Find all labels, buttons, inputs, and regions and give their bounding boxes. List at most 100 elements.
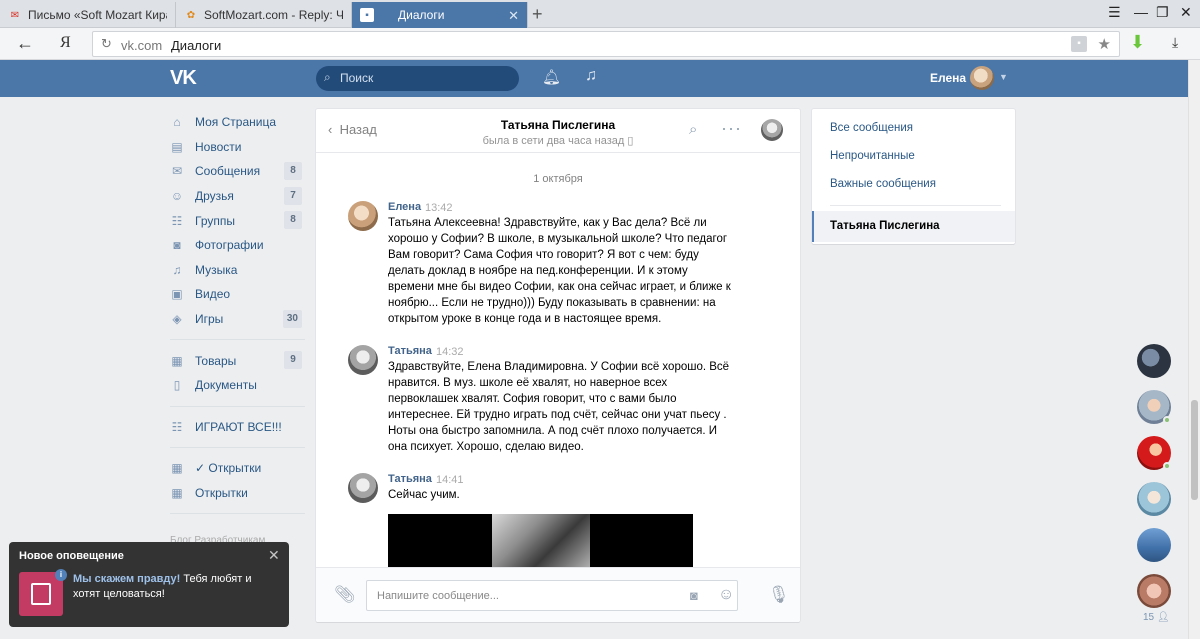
- sidebar-item[interactable]: ⌂ Моя Страница: [170, 110, 305, 135]
- chat-avatar[interactable]: [1137, 574, 1171, 608]
- video-icon: ▣: [171, 287, 183, 302]
- restore-icon[interactable]: ❐: [1156, 4, 1169, 21]
- sidebar-item-label: Открытки: [195, 486, 248, 501]
- message-time[interactable]: 13:42: [425, 202, 453, 214]
- vk-messages-icon: ▪: [360, 8, 374, 22]
- message-author[interactable]: Татьяна: [388, 473, 432, 485]
- search-icon[interactable]: ⌕: [689, 121, 697, 138]
- tab-label: Диалоги: [398, 8, 445, 22]
- sidebar-item-label: Группы: [195, 213, 235, 228]
- message-author[interactable]: Елена: [388, 201, 421, 213]
- online-indicator: [1163, 416, 1171, 424]
- reload-icon[interactable]: ↻: [101, 36, 112, 52]
- menu-group-groups: ☷ ИГРАЮТ ВСЕ!!!: [170, 415, 305, 440]
- smile-icon[interactable]: ☺: [718, 586, 734, 604]
- bookmark-star-icon[interactable]: ★: [1098, 35, 1111, 53]
- games-icon: ◈: [172, 312, 182, 327]
- sidebar-item[interactable]: ▦ Открытки: [170, 481, 305, 506]
- sidebar-item[interactable]: ▦ ✓ Открытки: [170, 456, 305, 481]
- page-scrollbar[interactable]: [1188, 60, 1200, 639]
- header-user-name[interactable]: Елена: [930, 71, 966, 85]
- sidebar-item[interactable]: ◙ Фотографии: [170, 233, 305, 258]
- menu-divider: [170, 339, 305, 341]
- camera-icon: ◙: [173, 238, 181, 253]
- paperclip-icon[interactable]: 📎︎: [334, 585, 356, 605]
- yandex-logo-icon[interactable]: Я: [60, 34, 71, 52]
- sidebar-item[interactable]: ☷ ИГРАЮТ ВСЕ!!!: [170, 415, 305, 440]
- app-icon[interactable]: i: [19, 569, 67, 616]
- notification-popup[interactable]: Новое оповещение ✕ i Мы скажем правду! Т…: [9, 542, 289, 627]
- browser-tab-softmozart[interactable]: ✿ SoftMozart.com - Reply: Ча: [176, 2, 352, 28]
- video-frame: [492, 514, 590, 574]
- notification-link[interactable]: Мы скажем правду!: [73, 573, 180, 585]
- sidebar-item-label: Друзья: [195, 189, 234, 204]
- camera-icon[interactable]: ◙: [690, 588, 698, 603]
- music-icon[interactable]: ♫: [585, 67, 597, 85]
- gmail-icon: ✉: [10, 9, 20, 21]
- filter-unread[interactable]: Непрочитанные: [830, 150, 915, 162]
- sidebar-item[interactable]: ▤ Новости: [170, 135, 305, 160]
- close-window-icon[interactable]: ✕: [1180, 4, 1192, 21]
- close-icon[interactable]: ✕: [268, 547, 280, 564]
- chevron-down-icon[interactable]: ▼: [999, 72, 1008, 82]
- message-text: Татьяна Алексеевна! Здравствуйте, как у …: [388, 217, 731, 325]
- message[interactable]: Татьяна 14:41 Сейчас учим.: [348, 473, 768, 513]
- url-field[interactable]: ↻ vk.com Диалоги ▪ ★: [92, 31, 1120, 57]
- sidebar-item[interactable]: ✉ Сообщения 8: [170, 159, 305, 184]
- downloads-icon[interactable]: ⤓: [1172, 34, 1178, 51]
- avatar[interactable]: [348, 473, 378, 503]
- message-author[interactable]: Татьяна: [388, 345, 432, 357]
- browser-tab-gmail[interactable]: ✉ Письмо «Soft Mozart Кира S: [0, 2, 176, 28]
- download-manager-icon[interactable]: ⬇: [1130, 32, 1145, 53]
- scrollbar-thumb[interactable]: [1191, 400, 1198, 500]
- filter-active-dialog[interactable]: Татьяна Пислегина: [812, 211, 1015, 242]
- tab-label: Письмо «Soft Mozart Кира S: [28, 8, 167, 22]
- sidebar-item[interactable]: ▣ Видео: [170, 282, 305, 307]
- filter-important[interactable]: Важные сообщения: [830, 178, 936, 190]
- message-text: Сейчас учим.: [388, 489, 460, 501]
- sidebar-item[interactable]: ♫ Музыка: [170, 258, 305, 283]
- menu-icon[interactable]: ☰: [1108, 4, 1121, 21]
- sidebar-item[interactable]: ☷ Группы 8: [170, 208, 305, 233]
- sidebar-item[interactable]: ◈ Игры 30: [170, 307, 305, 332]
- menu-divider: [170, 447, 305, 449]
- chat-avatar[interactable]: [1137, 528, 1171, 562]
- filter-all[interactable]: Все сообщения: [830, 122, 913, 134]
- sidebar-item[interactable]: ▯ Документы: [170, 373, 305, 398]
- sidebar-item-label: Музыка: [195, 262, 238, 277]
- close-icon[interactable]: ✕: [508, 8, 519, 24]
- more-icon[interactable]: ···: [721, 118, 742, 139]
- address-bar: ← Я ↻ vk.com Диалоги ▪ ★ ⬇ ⤓: [0, 28, 1200, 60]
- avatar[interactable]: [348, 345, 378, 375]
- search-input[interactable]: ⌕ Поиск: [316, 66, 519, 91]
- message[interactable]: Татьяна 14:32 Здравствуйте, Елена Владим…: [348, 345, 768, 455]
- sidebar-item[interactable]: ▦ Товары 9: [170, 348, 305, 373]
- back-arrow-icon[interactable]: ←: [16, 33, 34, 54]
- avatar[interactable]: [970, 66, 994, 90]
- message[interactable]: Елена 13:42 Татьяна Алексеевна! Здравств…: [348, 201, 768, 331]
- person-icon: 👤︎: [1156, 612, 1170, 623]
- chat-avatar[interactable]: [1137, 482, 1171, 516]
- minimize-icon[interactable]: —: [1134, 4, 1148, 20]
- new-tab-icon[interactable]: +: [532, 4, 543, 25]
- message-time[interactable]: 14:32: [436, 346, 464, 358]
- bell-icon[interactable]: 🔔︎: [542, 68, 561, 86]
- chat-count[interactable]: 15 👤︎: [1143, 612, 1170, 623]
- sidebar-item-label: Сообщения: [195, 164, 261, 179]
- message-time[interactable]: 14:41: [436, 474, 464, 486]
- sidebar-item[interactable]: ☺ Друзья 7: [170, 184, 305, 209]
- browser-tab-dialogs[interactable]: ▪ Диалоги ✕: [352, 2, 528, 28]
- count-badge: 8: [284, 162, 302, 181]
- video-attachment[interactable]: [388, 514, 693, 574]
- microphone-icon[interactable]: 🎙︎: [768, 585, 790, 605]
- message-input[interactable]: Напишите сообщение...: [366, 580, 738, 611]
- vk-logo[interactable]: VK: [170, 67, 197, 90]
- avatar[interactable]: [761, 119, 783, 141]
- document-icon: ▯: [173, 378, 181, 393]
- sidebar-item-label: Моя Страница: [195, 115, 277, 130]
- left-menu: ⌂ Моя Страница ▤ Новости ✉ Сообщения 8 ☺ Друзья 7…: [170, 110, 305, 522]
- lock-icon[interactable]: ▪: [1071, 36, 1087, 52]
- home-icon: ⌂: [173, 115, 181, 130]
- avatar[interactable]: [348, 201, 378, 231]
- chat-avatar[interactable]: [1137, 344, 1171, 378]
